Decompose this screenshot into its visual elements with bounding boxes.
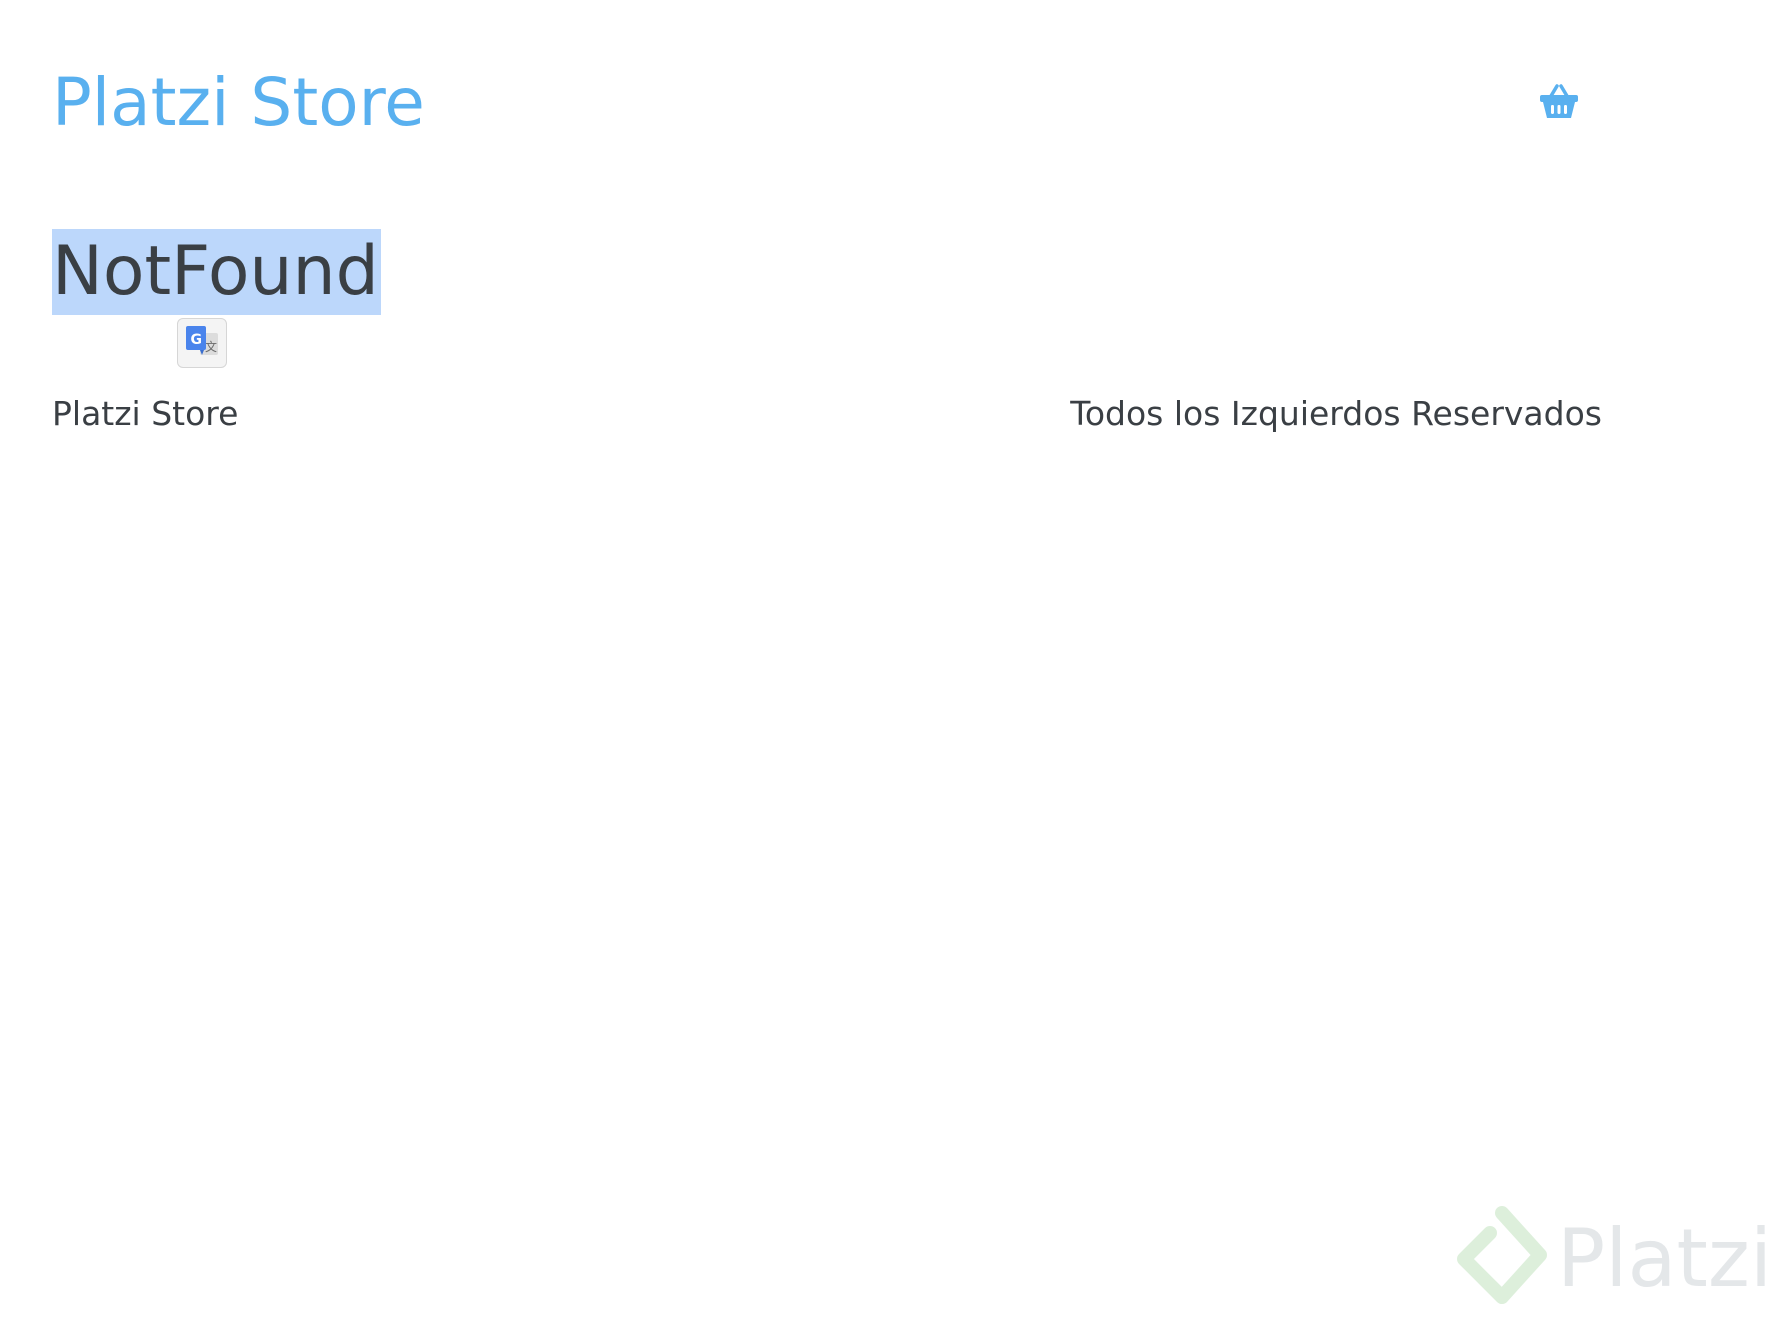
page-title: NotFound	[52, 229, 381, 315]
footer-copyright: Todos los Izquierdos Reservados	[1070, 394, 1602, 433]
svg-text:G: G	[191, 332, 203, 348]
platzi-watermark: Platzi	[1452, 1205, 1766, 1315]
footer: Platzi Store Todos los Izquierdos Reserv…	[52, 389, 1602, 439]
footer-brand: Platzi Store	[52, 394, 239, 433]
page: Platzi Store NotFound 文 G Platzi Store T…	[0, 0, 1766, 1318]
watermark-text: Platzi	[1557, 1212, 1766, 1305]
basket-icon[interactable]	[1539, 84, 1579, 120]
svg-text:文: 文	[205, 339, 217, 354]
platzi-logo-icon	[1457, 1206, 1547, 1304]
main-content: NotFound	[52, 229, 381, 315]
google-translate-icon[interactable]: 文 G	[177, 318, 227, 368]
brand-link[interactable]: Platzi Store	[52, 58, 425, 148]
header: Platzi Store	[52, 58, 1602, 148]
